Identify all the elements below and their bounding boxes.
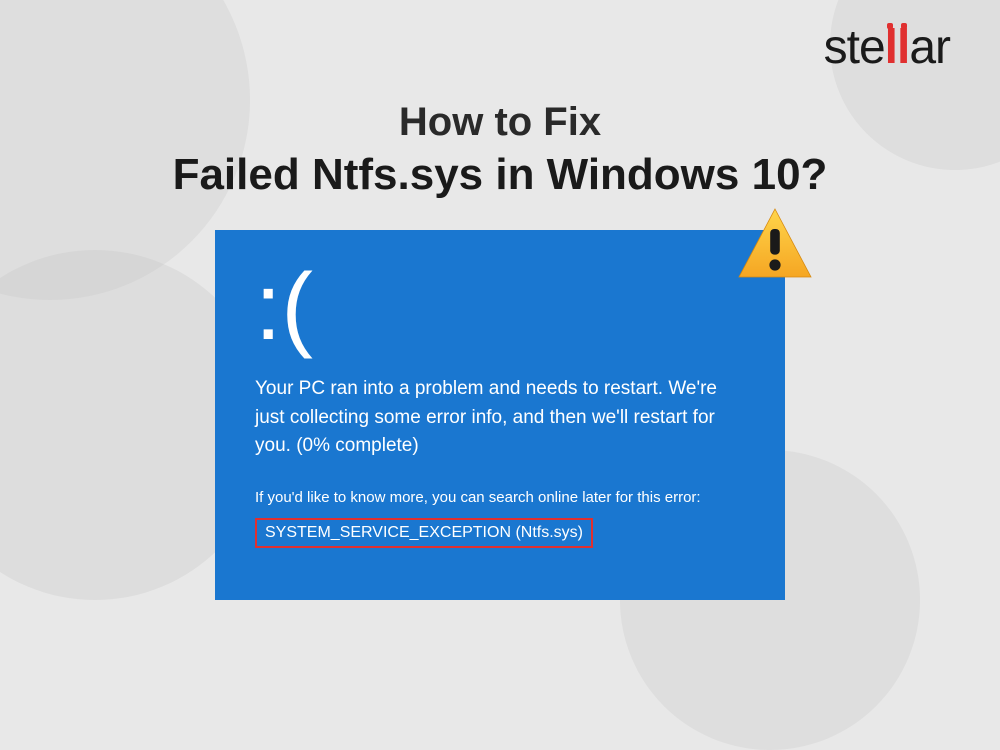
- sad-face-emoticon: :(: [255, 260, 745, 355]
- logo-text-post: ar: [909, 21, 950, 74]
- logo-text-pre: ste: [824, 21, 885, 74]
- bsod-message-primary: Your PC ran into a problem and needs to …: [255, 375, 745, 461]
- bsod-screenshot: :( Your PC ran into a problem and needs …: [215, 230, 785, 600]
- article-title: How to Fix Failed Ntfs.sys in Windows 10…: [0, 100, 1000, 200]
- brand-logo: stellar: [824, 20, 950, 75]
- error-code-highlight: SYSTEM_SERVICE_EXCEPTION (Ntfs.sys): [255, 518, 593, 548]
- bsod-message-secondary: If you'd like to know more, you can sear…: [255, 489, 745, 506]
- title-line-2: Failed Ntfs.sys in Windows 10?: [0, 150, 1000, 200]
- title-line-1: How to Fix: [0, 100, 1000, 145]
- logo-text-accent: ll: [885, 21, 910, 74]
- warning-icon: [735, 205, 815, 285]
